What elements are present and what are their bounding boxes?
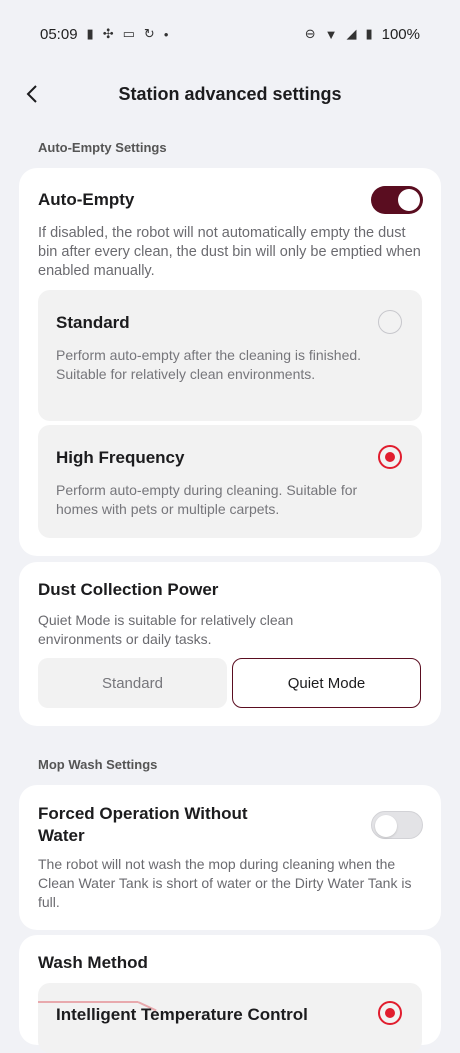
dnd-icon: ⊖ xyxy=(304,26,316,41)
forced-operation-toggle[interactable] xyxy=(371,811,423,839)
forced-operation-description: The robot will not wash the mop during c… xyxy=(38,856,412,910)
auto-empty-toggle[interactable] xyxy=(371,186,423,214)
radio-high-frequency[interactable] xyxy=(378,445,402,469)
fan-icon: ✣ xyxy=(102,26,114,41)
status-time: 05:09 xyxy=(40,25,78,43)
toggle-knob xyxy=(398,189,420,211)
dust-power-card: Dust Collection Power Quiet Mode is suit… xyxy=(19,562,441,726)
back-button[interactable] xyxy=(16,78,48,110)
status-right: ⊖ ▼ ◢ ▮ 100% xyxy=(305,26,420,43)
option-standard-title: Standard xyxy=(56,313,130,332)
wash-method-card: Wash Method Intelligent Temperature Cont… xyxy=(19,935,441,1053)
status-left: 05:09 ▮ ✣ ▭ ↻ • xyxy=(40,26,168,43)
auto-empty-title: Auto-Empty xyxy=(38,190,135,209)
card-icon: ▭ xyxy=(122,26,135,41)
option-high-frequency-description: Perform auto-empty during cleaning. Suit… xyxy=(56,482,358,517)
signal-icon: ◢ xyxy=(346,26,357,41)
auto-empty-description: If disabled, the robot will not automati… xyxy=(38,225,421,279)
section-label-mop-wash: Mop Wash Settings xyxy=(38,757,158,772)
dust-power-title: Dust Collection Power xyxy=(38,580,219,599)
dot-icon: • xyxy=(163,26,169,42)
page-title: Station advanced settings xyxy=(118,83,342,104)
option-high-frequency[interactable]: High Frequency Perform auto-empty during… xyxy=(38,425,422,538)
option-intelligent-temperature-title: Intelligent Temperature Control xyxy=(56,1005,308,1024)
wash-method-title: Wash Method xyxy=(38,953,148,972)
sim-icon: ▮ xyxy=(86,26,94,41)
sync-icon: ↻ xyxy=(143,26,155,41)
radio-standard[interactable] xyxy=(378,310,402,334)
option-decor-line xyxy=(38,1001,138,1003)
dust-power-quiet-mode-button[interactable]: Quiet Mode xyxy=(232,658,421,708)
battery-level: 100% xyxy=(381,25,420,43)
battery-icon: ▮ xyxy=(365,26,373,41)
section-label-auto-empty: Auto-Empty Settings xyxy=(38,140,167,155)
auto-empty-card: Auto-Empty If disabled, the robot will n… xyxy=(19,168,441,556)
chevron-left-icon xyxy=(26,85,37,103)
dust-power-description: Quiet Mode is suitable for relatively cl… xyxy=(38,612,294,647)
header: Station advanced settings xyxy=(0,68,460,120)
radio-intelligent-temperature[interactable] xyxy=(378,1001,402,1025)
forced-operation-card: Forced Operation Without Water The robot… xyxy=(19,785,441,930)
forced-operation-title: Forced Operation Without Water xyxy=(38,804,248,845)
option-standard-description: Perform auto-empty after the cleaning is… xyxy=(56,347,362,382)
dust-power-standard-button[interactable]: Standard xyxy=(38,658,227,708)
wifi-icon: ▼ xyxy=(324,26,338,42)
option-standard[interactable]: Standard Perform auto-empty after the cl… xyxy=(38,290,422,421)
option-high-frequency-title: High Frequency xyxy=(56,448,185,467)
status-bar: 05:09 ▮ ✣ ▭ ↻ • ⊖ ▼ ◢ ▮ 100% xyxy=(0,0,460,68)
option-intelligent-temperature[interactable]: Intelligent Temperature Control xyxy=(38,983,422,1053)
toggle-knob xyxy=(375,815,397,837)
